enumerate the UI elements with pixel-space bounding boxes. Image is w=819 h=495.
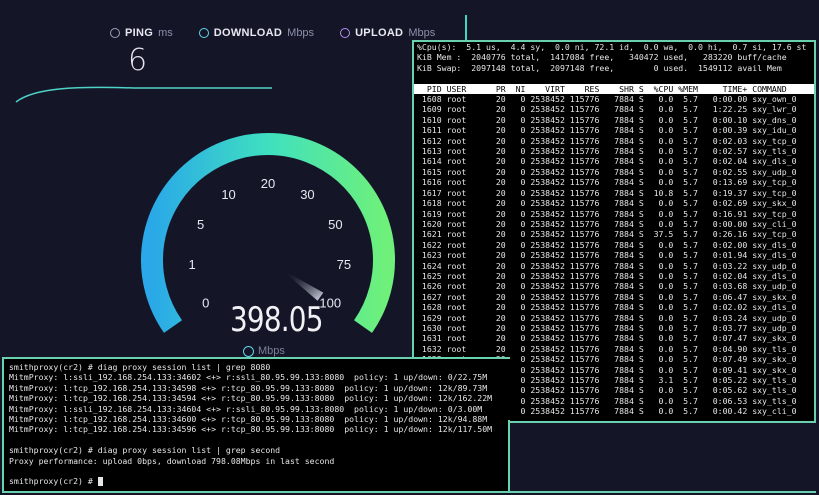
download-unit: Mbps	[287, 27, 315, 39]
accent-line	[465, 15, 467, 43]
gauge-tick-label: 0	[202, 296, 209, 311]
terminal-line: smithproxy(cr2) # diag proxy session lis…	[9, 362, 271, 372]
process-row: 1617 root 20 0 2538452 115776 7884 S 10.…	[417, 187, 797, 198]
terminal-window[interactable]: smithproxy(cr2) # diag proxy session lis…	[2, 357, 510, 493]
process-row: 1627 root 20 0 2538452 115776 7884 S 0.0…	[417, 291, 797, 302]
frame-border-bottom	[2, 491, 816, 493]
process-row: 1626 root 20 0 2538452 115776 7884 S 0.0…	[417, 281, 797, 292]
process-row: 1621 root 20 0 2538452 115776 7884 S 37.…	[417, 229, 797, 240]
terminal-output: smithproxy(cr2) # diag proxy session lis…	[4, 359, 510, 476]
download-label: DOWNLOAD	[213, 27, 283, 39]
upload-icon	[340, 28, 351, 38]
speed-unit: Mbps	[258, 345, 285, 357]
upload-unit: Mbps	[408, 27, 436, 39]
process-row: 1613 root 20 0 2538452 115776 7884 S 0.0…	[417, 146, 797, 157]
process-table-header: PID USER PR NI VIRT RES SHR S %CPU %MEM …	[414, 83, 814, 95]
process-row: 1608 root 20 0 2538452 115776 7884 S 0.0…	[417, 94, 797, 105]
process-row: 1622 root 20 0 2538452 115776 7884 S 0.0…	[417, 239, 797, 250]
terminal-cursor[interactable]	[97, 477, 103, 487]
upload-metric: UPLOAD Mbps	[340, 27, 435, 39]
terminal-line: MitmProxy: l:ssli_192.168.254.133:34602 …	[9, 372, 488, 383]
ping-icon	[110, 28, 120, 38]
ping-sparkline	[15, 86, 272, 103]
terminal-line	[4, 435, 510, 445]
gauge-tick-label: 1	[189, 257, 196, 272]
gauge-tick-label: 75	[337, 257, 351, 272]
process-row: 1623 root 20 0 2538452 115776 7884 S 0.0…	[417, 250, 797, 261]
process-row: 1611 root 20 0 2538452 115776 7884 S 0.0…	[417, 125, 797, 136]
process-row: 1632 root 20 0 2538452 115776 7884 S 0.0…	[417, 343, 797, 354]
terminal-line: MitmProxy: l:tcp_192.168.254.133:34600 <…	[9, 414, 488, 425]
process-row: 1629 root 20 0 2538452 115776 7884 S 0.0…	[417, 312, 797, 323]
ping-metric: PING ms	[110, 27, 173, 39]
download-speed-value: 398.05	[230, 300, 323, 340]
process-row: 1619 root 20 0 2538452 115776 7884 S 0.0…	[417, 208, 797, 219]
process-row: 1614 root 20 0 2538452 115776 7884 S 0.0…	[417, 156, 797, 167]
upload-label: UPLOAD	[355, 27, 404, 39]
process-row: 1625 root 20 0 2538452 115776 7884 S 0.0…	[417, 270, 797, 281]
download-icon	[198, 28, 209, 38]
process-row: 1628 root 20 0 2538452 115776 7884 S 0.0…	[417, 302, 797, 313]
process-row: 1618 root 20 0 2538452 115776 7884 S 0.0…	[417, 198, 797, 209]
process-row: 1610 root 20 0 2538452 115776 7884 S 0.0…	[417, 114, 797, 125]
process-row: 1612 root 20 0 2538452 115776 7884 S 0.0…	[417, 135, 797, 146]
ping-unit: ms	[158, 27, 173, 39]
gauge-tick-label: 50	[328, 217, 342, 232]
terminal-prompt: smithproxy(cr2) #	[9, 476, 98, 487]
terminal-line: Proxy performance: upload 0bps, download…	[9, 455, 335, 466]
download-metric: DOWNLOAD Mbps	[198, 27, 315, 39]
gauge-tick-label: 20	[261, 176, 275, 191]
swap-summary: KiB Swap: 2097148 total, 2097148 free, 0…	[417, 62, 782, 73]
gauge-tick-label: 5	[197, 217, 204, 232]
mem-summary: KiB Mem : 2040776 total, 1417084 free, 3…	[417, 52, 787, 63]
terminal-border	[508, 420, 510, 493]
gauge-needle	[284, 271, 324, 301]
gauge-tick-label: 100	[319, 296, 341, 311]
process-row: 1616 root 20 0 2538452 115776 7884 S 0.0…	[417, 177, 797, 188]
terminal-line: MitmProxy: l:tcp_192.168.254.133:34596 <…	[9, 424, 493, 435]
terminal-line: MitmProxy: l:ssli_192.168.254.133:34604 …	[9, 403, 483, 414]
terminal-line: MitmProxy: l:tcp_192.168.254.133:34594 <…	[9, 393, 493, 404]
cpu-summary: %Cpu(s): 5.1 us, 4.4 sy, 0.0 ni, 72.1 id…	[417, 42, 807, 52]
process-row: 1615 root 20 0 2538452 115776 7884 S 0.0…	[417, 166, 797, 177]
process-row: 1630 root 20 0 2538452 115776 7884 S 0.0…	[417, 322, 797, 333]
process-row: 1620 root 20 0 2538452 115776 7884 S 0.0…	[417, 218, 797, 229]
speed-unit-label: Mbps	[243, 345, 285, 357]
process-row: 1609 root 20 0 2538452 115776 7884 S 0.0…	[417, 104, 797, 115]
ping-label: PING	[125, 27, 154, 39]
speedtest-header: PING ms DOWNLOAD Mbps UPLOAD Mbps	[110, 27, 435, 39]
ping-value: 6	[128, 43, 148, 78]
process-row: 1624 root 20 0 2538452 115776 7884 S 0.0…	[417, 260, 797, 271]
gauge-tick-label: 30	[300, 187, 314, 202]
terminal-line: smithproxy(cr2) # diag proxy session lis…	[9, 445, 281, 456]
terminal-line: MitmProxy: l:tcp_192.168.254.133:34598 <…	[9, 382, 488, 393]
process-row: 1631 root 20 0 2538452 115776 7884 S 0.0…	[417, 333, 797, 344]
download-icon	[243, 345, 254, 357]
gauge-tick-label: 10	[221, 187, 235, 202]
terminal-line	[4, 466, 510, 476]
